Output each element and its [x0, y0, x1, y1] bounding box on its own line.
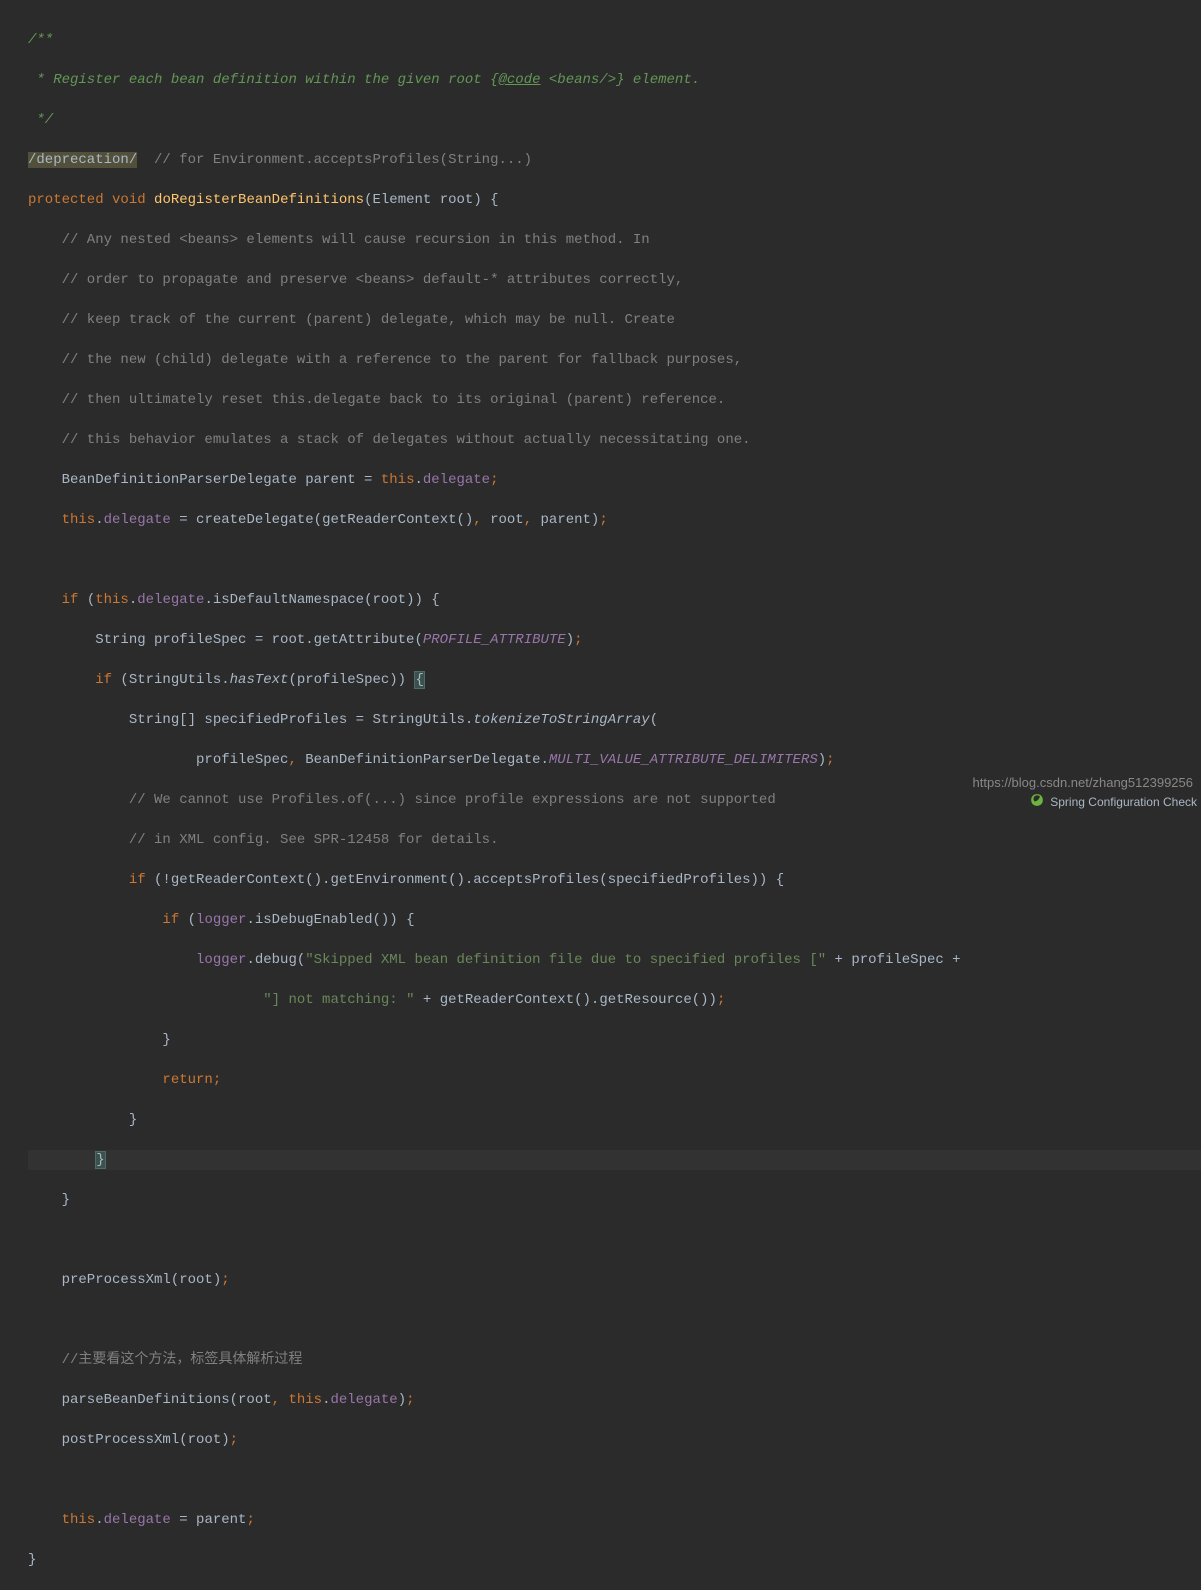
code-line: if (!getReaderContext().getEnvironment()…	[28, 870, 1201, 890]
spring-leaf-icon	[1030, 792, 1044, 812]
code-line: /deprecation/ // for Environment.accepts…	[28, 150, 1201, 170]
code-line-current: }	[28, 1150, 1201, 1170]
code-line: protected void doRegisterBeanDefinitions…	[28, 190, 1201, 210]
code-line: // We cannot use Profiles.of(...) since …	[28, 790, 1201, 810]
code-line: // then ultimately reset this.delegate b…	[28, 390, 1201, 410]
code-line: /**	[28, 30, 1201, 50]
code-line: }	[28, 1550, 1201, 1570]
code-line: logger.debug("Skipped XML bean definitio…	[28, 950, 1201, 970]
code-line: String[] specifiedProfiles = StringUtils…	[28, 710, 1201, 730]
code-line: "] not matching: " + getReaderContext().…	[28, 990, 1201, 1010]
method-name: doRegisterBeanDefinitions	[154, 192, 364, 208]
code-line: //主要看这个方法，标签具体解析过程	[28, 1350, 1201, 1370]
code-line: return;	[28, 1070, 1201, 1090]
code-line: parseBeanDefinitions(root, this.delegate…	[28, 1390, 1201, 1410]
code-line: if (this.delegate.isDefaultNamespace(roo…	[28, 590, 1201, 610]
code-line	[28, 1310, 1201, 1330]
code-line: * Register each bean definition within t…	[28, 70, 1201, 90]
code-line: preProcessXml(root);	[28, 1270, 1201, 1290]
code-line: this.delegate = parent;	[28, 1510, 1201, 1530]
watermark-text: https://blog.csdn.net/zhang512399256	[973, 773, 1193, 793]
code-line	[28, 1470, 1201, 1490]
code-line: BeanDefinitionParserDelegate parent = th…	[28, 470, 1201, 490]
code-line: profileSpec, BeanDefinitionParserDelegat…	[28, 750, 1201, 770]
status-text: Spring Configuration Check	[1050, 792, 1197, 812]
code-line: }	[28, 1190, 1201, 1210]
doc-comment: /**	[28, 32, 53, 48]
code-line	[28, 550, 1201, 570]
suppress-annotation: /deprecation/	[28, 152, 137, 168]
code-line: */	[28, 110, 1201, 130]
code-line: // in XML config. See SPR-12458 for deta…	[28, 830, 1201, 850]
code-line: }	[28, 1110, 1201, 1130]
code-line: if (logger.isDebugEnabled()) {	[28, 910, 1201, 930]
code-editor[interactable]: /** * Register each bean definition with…	[0, 0, 1201, 1590]
code-line: // keep track of the current (parent) de…	[28, 310, 1201, 330]
code-line	[28, 1230, 1201, 1250]
code-line: this.delegate = createDelegate(getReader…	[28, 510, 1201, 530]
code-line: // the new (child) delegate with a refer…	[28, 350, 1201, 370]
code-line: if (StringUtils.hasText(profileSpec)) {	[28, 670, 1201, 690]
code-line: // Any nested <beans> elements will caus…	[28, 230, 1201, 250]
code-line: }	[28, 1030, 1201, 1050]
code-line: // this behavior emulates a stack of del…	[28, 430, 1201, 450]
code-line: postProcessXml(root);	[28, 1430, 1201, 1450]
brace-close-match: }	[95, 1151, 105, 1169]
brace-open-match: {	[414, 671, 424, 689]
status-bar[interactable]: Spring Configuration Check	[1026, 793, 1201, 811]
code-line: // order to propagate and preserve <bean…	[28, 270, 1201, 290]
code-line: String profileSpec = root.getAttribute(P…	[28, 630, 1201, 650]
